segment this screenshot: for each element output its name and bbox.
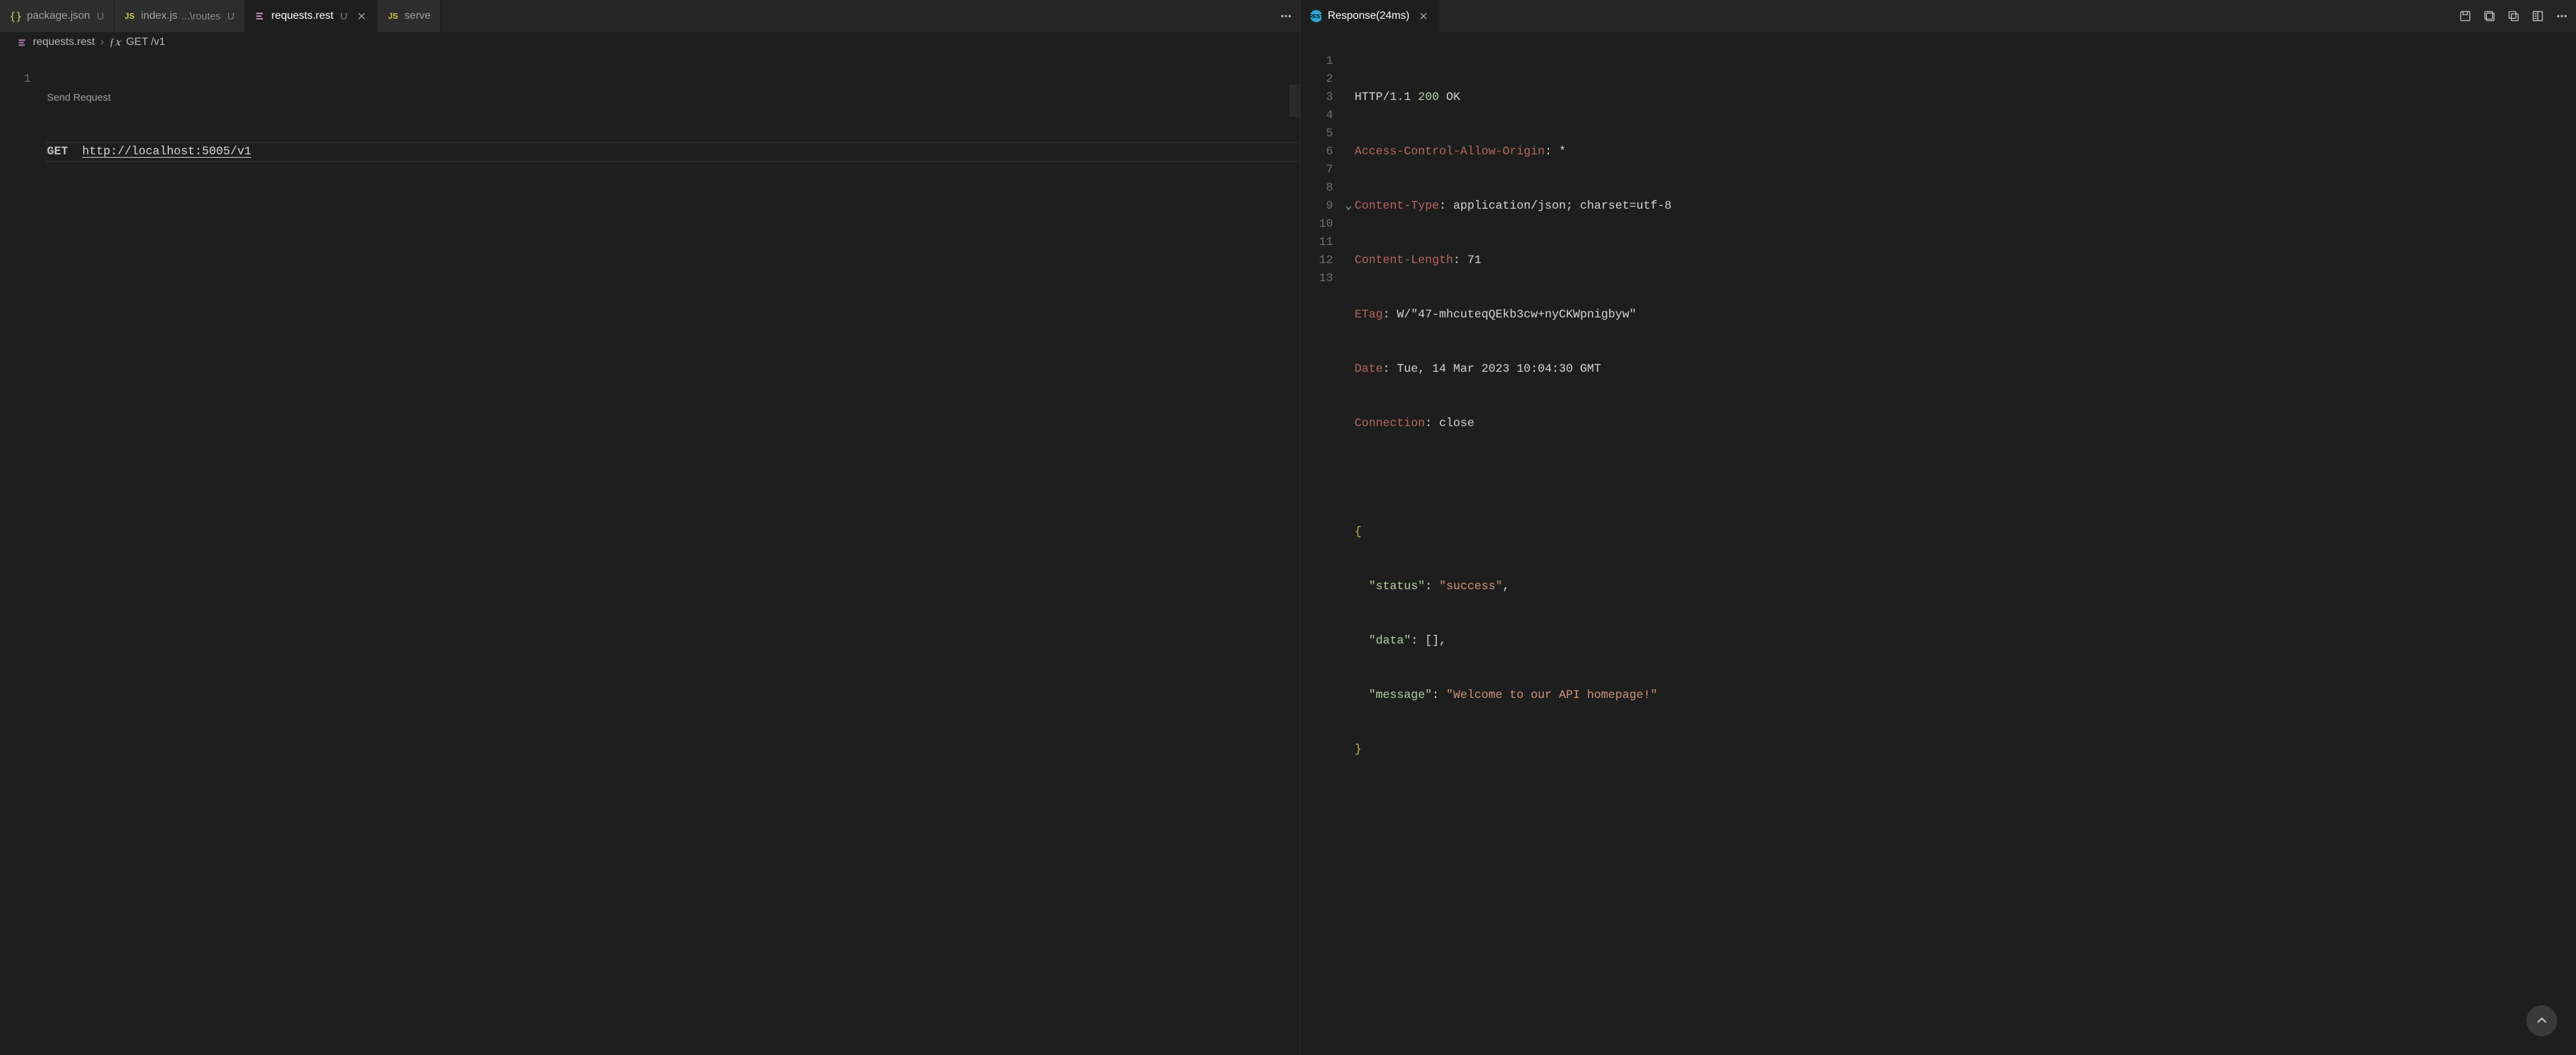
symbol-function-icon: ƒ𝑥 [109,36,121,49]
rest-response-icon: REST [1310,10,1322,22]
line-number-gutter: 12345678910111213 [1301,52,1342,1055]
code-line[interactable]: GET http://localhost:5005/v1 [47,143,1300,161]
code-line[interactable]: Access-Control-Allow-Origin: * [1354,143,2576,161]
rest-file-icon [17,38,28,48]
tab-overflow-button[interactable] [1279,9,1293,23]
tab-label: Response(24ms) [1328,10,1409,22]
js-icon: JS [123,10,136,22]
code-line[interactable]: { [1354,523,2576,542]
code-line[interactable]: Date: Tue, 14 Mar 2023 10:04:30 GMT [1354,360,2576,379]
code-line[interactable]: Content-Type: application/json; charset=… [1354,197,2576,215]
code-line[interactable]: "message": "Welcome to our API homepage!… [1354,687,2576,705]
left-editor[interactable]: 1 Send Request GET http://localhost:5005… [0,52,1300,1055]
tab-modified-indicator: U [97,11,104,22]
chevron-right-icon: › [100,36,103,48]
code-line[interactable] [1354,469,2576,487]
tab-label: index.js [141,10,177,22]
http-method: GET [47,145,68,158]
breadcrumb-file: requests.rest [33,36,95,48]
tab-modified-indicator: U [340,11,347,22]
tab-response[interactable]: REST Response(24ms) [1301,0,1440,32]
code-line[interactable]: Connection: close [1354,415,2576,433]
tab-label: serve [405,10,431,22]
tab-index-js[interactable]: JS index.js ...\routes U [114,0,244,32]
js-icon: JS [387,10,399,22]
codelens-send-request[interactable]: Send Request [47,89,1300,107]
copy-icon[interactable] [2506,9,2521,23]
code-line[interactable]: Content-Length: 71 [1354,252,2576,270]
line-number-gutter: 1 [0,52,47,1055]
tab-label: package.json [27,10,90,22]
code-line[interactable]: "status": "success", [1354,578,2576,596]
code-line[interactable]: ETag: W/"47-mhcuteqQEkb3cw+nyCKWpnigbyw" [1354,306,2576,324]
breadcrumb-symbol: GET /v1 [126,36,165,48]
tab-requests-rest[interactable]: requests.rest U [245,0,378,32]
code-line[interactable]: HTTP/1.1 200 OK [1354,89,2576,107]
tab-package-json[interactable]: {} package.json U [0,0,114,32]
json-icon: {} [9,10,21,22]
tab-subpath: ...\routes [181,11,220,22]
ellipsis-icon[interactable] [2555,9,2569,23]
svg-text:{}: {} [9,10,21,22]
rest-file-icon [254,10,266,22]
fold-gutter: ⌄ [1342,52,1354,1055]
breadcrumb[interactable]: requests.rest › ƒ𝑥 GET /v1 [0,32,1300,52]
tab-label: requests.rest [272,10,333,22]
scroll-to-top-button[interactable] [2526,1005,2557,1036]
right-tabbar: REST Response(24ms) [1301,0,2576,32]
code-line[interactable]: "data": [], [1354,632,2576,650]
tab-modified-indicator: U [227,11,235,22]
save-icon[interactable] [2458,9,2473,23]
code-line[interactable]: } [1354,741,2576,759]
save-all-icon[interactable] [2482,9,2497,23]
tab-serve-js[interactable]: JS serve [378,0,441,32]
left-tabbar: {} package.json U JS index.js ...\routes… [0,0,1300,32]
split-editor-icon[interactable] [2530,9,2545,23]
close-icon[interactable] [356,10,368,22]
http-url: http://localhost:5005/v1 [83,145,252,158]
fold-toggle[interactable]: ⌄ [1345,197,1352,215]
close-icon[interactable] [1417,10,1430,22]
right-editor[interactable]: 12345678910111213 ⌄ HTTP/1.1 200 OK Acce… [1301,52,2576,1055]
minimap-slider[interactable] [1289,85,1300,117]
